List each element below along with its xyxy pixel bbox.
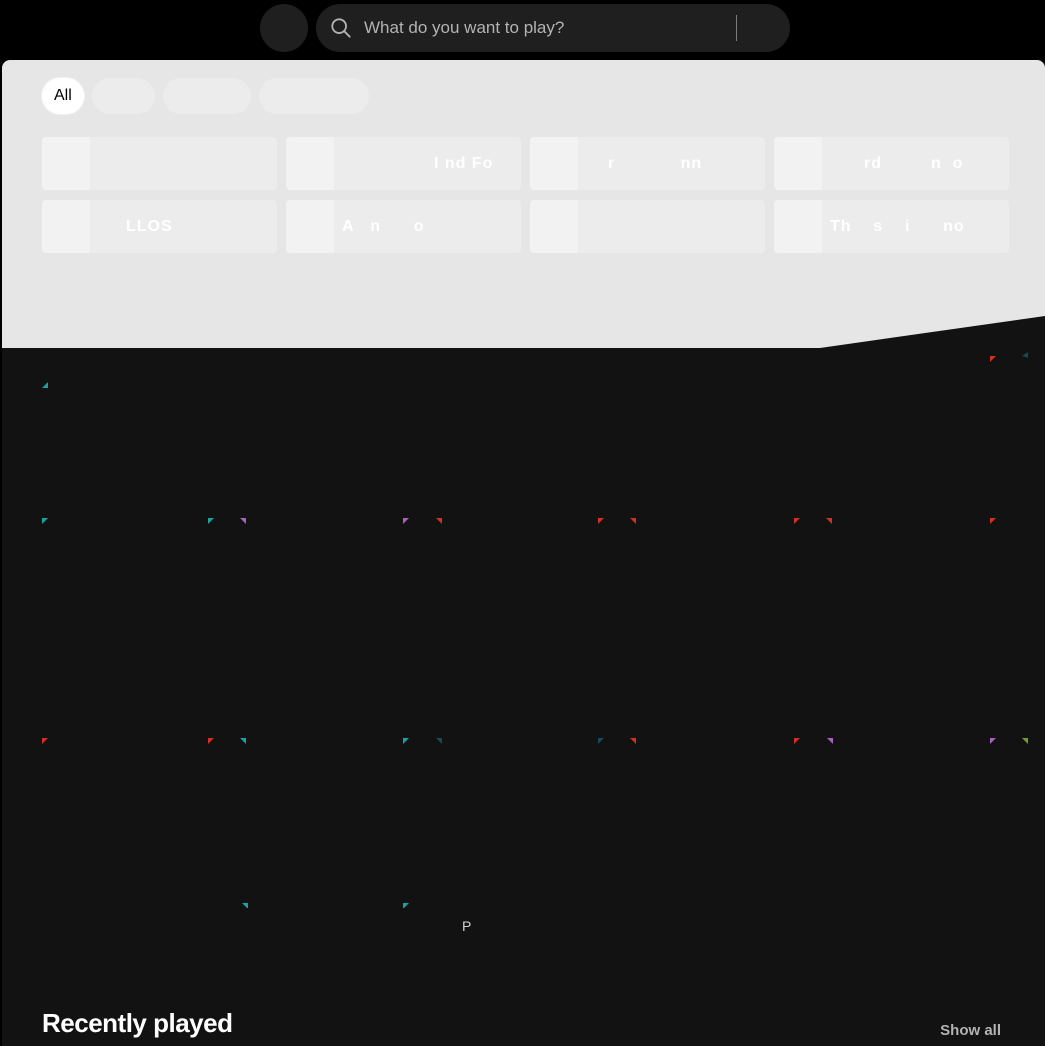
search-input[interactable]	[364, 4, 734, 52]
filter-chip[interactable]	[91, 78, 155, 114]
shortcut-label: I nd Fo	[434, 155, 494, 172]
hero-gradient: All I nd Fo r nn rd n o LLOS A n o Th s …	[2, 60, 1045, 348]
top-bar	[0, 0, 1045, 60]
filter-chip[interactable]	[162, 78, 251, 114]
card-corner-mark	[1022, 738, 1028, 744]
shortcut-card[interactable]	[42, 137, 277, 190]
card-corner-mark	[208, 518, 214, 524]
card-corner-mark	[598, 738, 604, 744]
search-divider	[736, 15, 737, 41]
stray-text: P	[462, 918, 472, 934]
card-corner-mark	[240, 518, 246, 524]
card-corner-mark	[436, 738, 442, 744]
card-corner-mark	[42, 518, 48, 524]
card-corner-mark	[403, 518, 409, 524]
card-corner-mark	[1022, 352, 1028, 358]
shortcut-thumbnail	[286, 200, 334, 253]
card-grid-placeholder	[42, 352, 1028, 908]
shortcut-card[interactable]: A n o	[286, 200, 521, 253]
shortcut-label: Th s i no	[830, 218, 965, 235]
shortcut-thumbnail	[774, 137, 822, 190]
card-corner-mark	[403, 903, 409, 908]
shortcut-card[interactable]	[530, 200, 765, 253]
shortcut-thumbnail	[286, 137, 334, 190]
section-title-recently-played: Recently played	[42, 1008, 233, 1038]
card-corner-mark	[990, 738, 996, 744]
filter-chip[interactable]	[258, 78, 369, 114]
main-content: All I nd Fo r nn rd n o LLOS A n o Th s …	[2, 60, 1045, 1046]
shortcut-thumbnail	[530, 200, 578, 253]
card-corner-mark	[794, 738, 800, 744]
show-all-link[interactable]: Show all	[940, 1022, 1001, 1039]
card-corner-mark	[598, 518, 604, 524]
card-corner-mark	[990, 518, 996, 524]
shortcut-thumbnail	[530, 137, 578, 190]
card-corner-mark	[42, 738, 48, 744]
shortcut-thumbnail	[774, 200, 822, 253]
search-icon	[331, 18, 351, 38]
card-corner-mark	[990, 356, 996, 362]
shortcut-label: rd n o	[864, 155, 964, 172]
shortcut-grid: I nd Fo r nn rd n o LLOS A n o Th s i no	[42, 137, 1009, 253]
filter-chip-all[interactable]: All	[42, 78, 84, 114]
card-corner-mark	[826, 518, 832, 524]
card-corner-mark	[208, 738, 214, 744]
card-corner-mark	[240, 738, 246, 744]
card-corner-mark	[242, 903, 248, 908]
home-button[interactable]	[260, 4, 308, 52]
search-bar[interactable]	[316, 4, 790, 52]
shortcut-card[interactable]: I nd Fo	[286, 137, 521, 190]
shortcut-label: LLOS	[126, 218, 173, 235]
card-corner-mark	[403, 738, 409, 744]
card-corner-mark	[794, 518, 800, 524]
card-corner-mark	[630, 518, 636, 524]
shortcut-thumbnail	[42, 200, 90, 253]
filter-chips: All	[42, 78, 369, 114]
shortcut-card[interactable]: Th s i no	[774, 200, 1009, 253]
shortcut-card[interactable]: LLOS	[42, 200, 277, 253]
card-corner-mark	[827, 738, 833, 744]
shortcut-label: A n o	[342, 218, 425, 235]
shortcut-thumbnail	[42, 137, 90, 190]
card-corner-mark	[436, 518, 442, 524]
card-corner-mark	[42, 382, 48, 388]
shortcut-label: r nn	[608, 155, 703, 172]
shortcut-card[interactable]: rd n o	[774, 137, 1009, 190]
card-corner-mark	[630, 738, 636, 744]
shortcut-card[interactable]: r nn	[530, 137, 765, 190]
